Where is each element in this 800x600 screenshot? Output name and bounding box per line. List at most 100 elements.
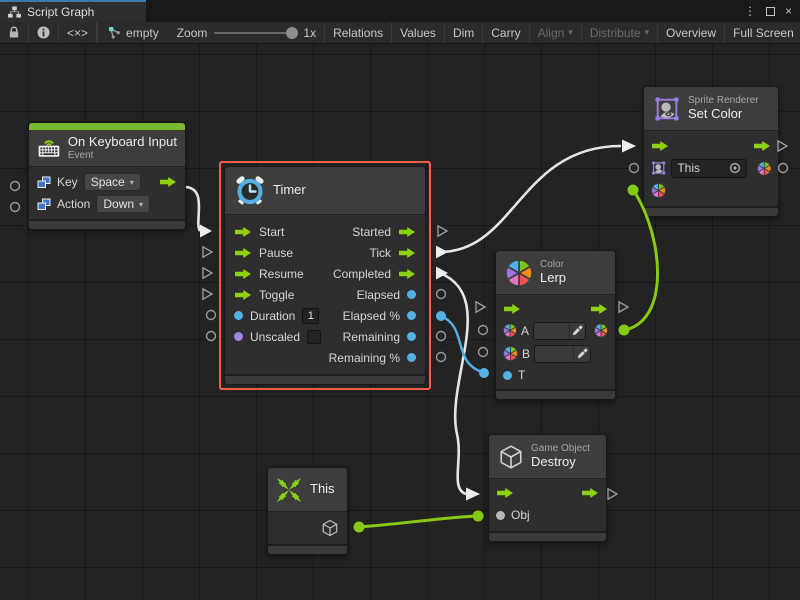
value-input-port[interactable] [234, 332, 243, 341]
window-controls: ⋮ × [744, 0, 800, 22]
key-label: Key [57, 175, 78, 189]
value-output-port[interactable] [407, 311, 416, 320]
lock-button[interactable] [0, 22, 29, 43]
node-set-color[interactable]: Sprite Renderer Set Color This [643, 86, 779, 217]
node-footer [225, 374, 425, 384]
color-output-icon[interactable] [757, 161, 771, 176]
selection-outline: Timer Start Started Pause Tick Resume Co… [219, 161, 431, 390]
event-accent-bar [29, 123, 185, 130]
timer-input-label: Duration [250, 309, 295, 323]
tab-script-graph[interactable]: Script Graph [0, 0, 146, 22]
relations-button[interactable]: Relations [324, 22, 391, 43]
flow-output-arrow-icon[interactable] [590, 303, 608, 315]
color-a-field[interactable] [533, 322, 586, 340]
zoom-slider[interactable] [214, 32, 296, 34]
color-wheel-icon [505, 259, 533, 287]
action-label: Action [57, 197, 90, 211]
key-dropdown[interactable]: Space▾ [84, 173, 141, 191]
close-icon[interactable]: × [785, 5, 792, 17]
distribute-button[interactable]: Distribute▾ [581, 22, 657, 43]
node-subtitle: Event [68, 150, 177, 162]
toolbar-right-group: Relations Values Dim Carry Align▾ Distri… [324, 22, 800, 43]
timer-input-label: Unscaled [250, 330, 300, 344]
timer-input-label: Toggle [259, 288, 294, 302]
action-dropdown[interactable]: Down▾ [96, 195, 150, 213]
timer-output-label: Remaining % [329, 351, 400, 365]
timer-output-label: Tick [369, 246, 391, 260]
timer-input-label: Start [259, 225, 284, 239]
value-input-port[interactable] [234, 311, 243, 320]
target-field[interactable]: This [671, 159, 746, 178]
flow-input-arrow-icon[interactable] [234, 226, 252, 238]
node-destroy[interactable]: Game Object Destroy Obj [488, 434, 607, 542]
value-output-port[interactable] [407, 290, 416, 299]
sprite-renderer-icon [653, 95, 681, 123]
timer-output-label: Completed [333, 267, 391, 281]
color-output-icon[interactable] [594, 323, 608, 338]
flow-output-arrow-icon[interactable] [159, 176, 177, 188]
code-view-button[interactable]: <×> [59, 22, 97, 43]
flow-output-arrow-icon[interactable] [581, 487, 599, 499]
maximize-icon[interactable] [766, 7, 775, 16]
value-output-port[interactable] [407, 332, 416, 341]
node-title: On Keyboard Input [68, 135, 177, 150]
timer-output-label: Remaining [343, 330, 400, 344]
flow-input-arrow-icon[interactable] [234, 289, 252, 301]
game-object-cube-icon [498, 444, 524, 470]
inspect-button[interactable] [29, 22, 59, 43]
toolbar: <×> empty Zoom 1x Relations Values Dim C… [0, 22, 800, 44]
eyedropper-icon[interactable] [569, 322, 585, 340]
graph-reference[interactable]: empty [98, 22, 169, 43]
node-footer [29, 219, 185, 229]
object-picker-icon[interactable] [729, 162, 741, 174]
color-input-icon[interactable] [651, 183, 666, 198]
flow-input-arrow-icon[interactable] [651, 140, 669, 152]
value-output-port[interactable] [407, 353, 416, 362]
align-button[interactable]: Align▾ [529, 22, 581, 43]
timer-input-label: Resume [259, 267, 304, 281]
game-object-output-icon[interactable] [321, 519, 339, 537]
code-view-icon: <×> [67, 26, 88, 40]
script-graph-window: Script Graph ⋮ × <×> empty Zoom 1x Rel [0, 0, 800, 600]
node-on-keyboard-input[interactable]: On Keyboard Input Event Key Space▾ Actio… [28, 122, 186, 230]
fullscreen-button[interactable]: Full Screen [724, 22, 800, 43]
node-footer [644, 206, 778, 216]
sprite-renderer-type-icon [651, 160, 666, 176]
unscaled-checkbox[interactable] [307, 330, 321, 344]
b-label: B [522, 347, 530, 361]
node-title: Timer [273, 183, 306, 198]
color-type-icon [503, 346, 518, 361]
zoom-value: 1x [303, 26, 316, 40]
node-color-lerp[interactable]: Color Lerp A B [495, 250, 616, 400]
node-timer[interactable]: Timer Start Started Pause Tick Resume Co… [224, 166, 426, 385]
flow-output-arrow-icon[interactable] [398, 226, 416, 238]
node-this[interactable]: This [267, 467, 348, 555]
values-button[interactable]: Values [391, 22, 444, 43]
value-input-port[interactable] [496, 511, 505, 520]
flow-output-arrow-icon[interactable] [398, 268, 416, 280]
overview-button[interactable]: Overview [657, 22, 724, 43]
value-input-port[interactable] [503, 371, 512, 380]
this-icon [275, 476, 303, 504]
node-footer [496, 389, 615, 399]
flow-input-arrow-icon[interactable] [234, 268, 252, 280]
node-title: Destroy [531, 455, 590, 470]
zoom-control: Zoom 1x [169, 22, 324, 43]
color-b-field[interactable] [534, 345, 591, 363]
dim-button[interactable]: Dim [444, 22, 482, 43]
zoom-slider-handle[interactable] [286, 27, 298, 39]
window-menu-icon[interactable]: ⋮ [744, 5, 756, 17]
flow-output-arrow-icon[interactable] [398, 247, 416, 259]
timer-output-label: Elapsed % [343, 309, 400, 323]
timer-output-label: Started [352, 225, 391, 239]
graph-reference-label: empty [126, 26, 159, 40]
carry-button[interactable]: Carry [482, 22, 528, 43]
flow-input-arrow-icon[interactable] [503, 303, 521, 315]
flow-input-arrow-icon[interactable] [234, 247, 252, 259]
eyedropper-icon[interactable] [573, 345, 590, 363]
keyboard-icon [37, 135, 61, 161]
flow-input-arrow-icon[interactable] [496, 487, 514, 499]
flow-output-arrow-icon[interactable] [753, 140, 771, 152]
lock-icon [8, 26, 20, 39]
duration-field[interactable]: 1 [302, 308, 319, 324]
